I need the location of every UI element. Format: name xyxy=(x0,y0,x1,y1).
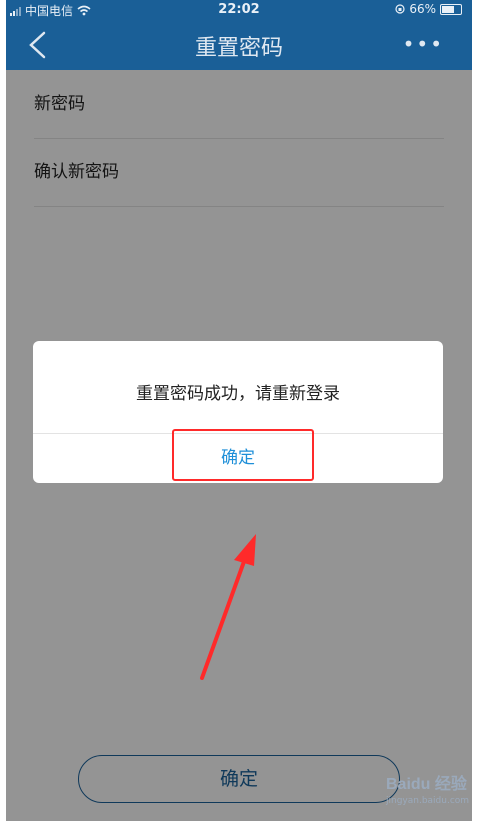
nav-bar: 重置密码 ••• xyxy=(6,20,472,70)
status-right: 66% xyxy=(395,2,462,16)
watermark-url: jingyan.baidu.com xyxy=(386,796,470,806)
watermark-brand: Baidu 经验 xyxy=(386,776,467,793)
more-menu-icon[interactable]: ••• xyxy=(403,32,444,56)
phone-screen: 中国电信 22:02 66% 重置密码 ••• 新密码 确认新密码 确定 重置密… xyxy=(6,0,472,821)
baidu-watermark: Baidu 经验 jingyan.baidu.com xyxy=(386,770,469,806)
dialog-message: 重置密码成功，请重新登录 xyxy=(136,384,340,404)
battery-percent: 66% xyxy=(409,2,436,16)
status-bar: 中国电信 22:02 66% xyxy=(6,0,472,20)
battery-icon xyxy=(440,3,462,15)
rotation-lock-icon xyxy=(395,4,405,14)
annotation-highlight-box xyxy=(172,429,314,481)
annotation-arrow-icon xyxy=(200,534,256,680)
